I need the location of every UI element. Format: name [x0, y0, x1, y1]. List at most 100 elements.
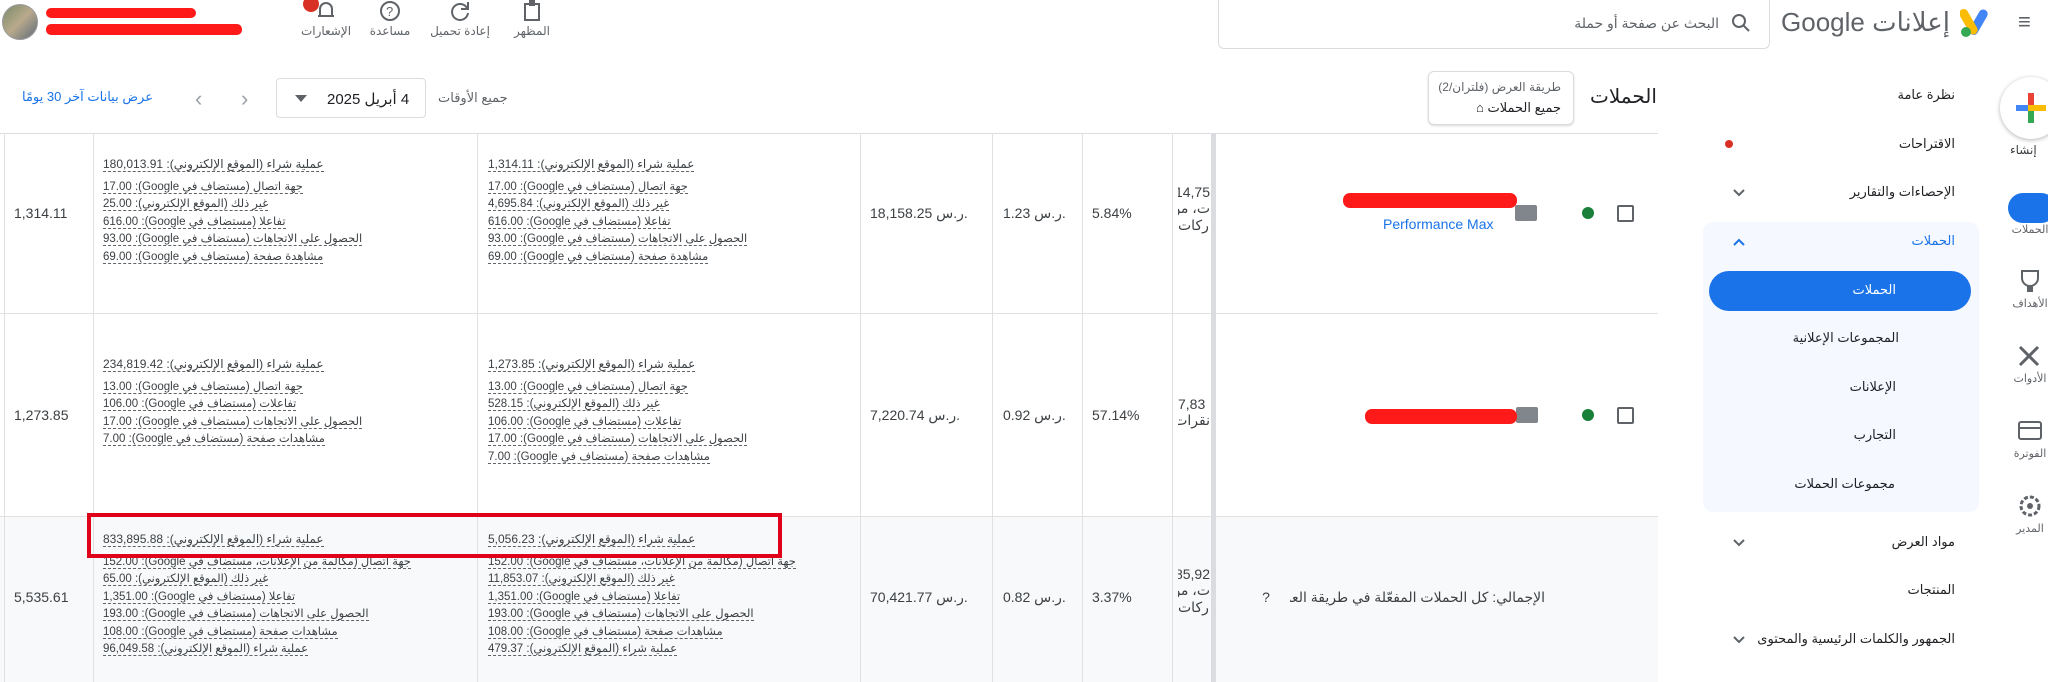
search-input[interactable]: البحث عن صفحة أو حملة: [1218, 0, 1770, 49]
date-range-picker[interactable]: 4 أبريل 2025: [276, 78, 426, 118]
suggestion-dot: [1725, 140, 1733, 148]
conversion-value-line[interactable]: غير ذلك (الموقع الإلكتروني): 25.00: [103, 198, 269, 211]
search-campaign-type-icon: [1516, 407, 1538, 423]
sub-nav-ads[interactable]: الإعلانات: [1850, 379, 1896, 395]
conversion-line[interactable]: تفاعلات (مستضاف في Google): 106.00: [488, 415, 682, 429]
conversion-value-line[interactable]: الحصول على الاتجاهات (مستضاف في Google):…: [103, 608, 369, 621]
nav-audience[interactable]: الجمهور والكلمات الرئيسية والمحتوى: [1757, 631, 1955, 647]
conversion-value-breakdown: عملية شراء (الموقع الإلكتروني): 180,013.…: [103, 156, 363, 266]
chevron-down-icon[interactable]: [1731, 185, 1747, 201]
nav-stats[interactable]: الإحصاءات والتقارير: [1850, 184, 1955, 200]
search-icon: [1732, 14, 1750, 32]
sub-nav-campaign-groups[interactable]: مجموعات الحملات: [1794, 476, 1895, 492]
conversion-value-line[interactable]: تفاعلا (مستضاف في Google): 616.00: [103, 215, 286, 229]
trophy-icon: [2021, 270, 2039, 292]
highlight-annotation-box: [87, 513, 782, 558]
view-value-text: جميع الحملات: [1487, 100, 1561, 115]
rail-label-admin: المدير: [2016, 523, 2044, 535]
conversion-line[interactable]: تفاعلا (مستضاف في Google): 1,351.00: [488, 590, 681, 604]
chevron-down-icon[interactable]: [1731, 535, 1747, 551]
conversion-line[interactable]: الحصول على الاتجاهات (مستضاف في Google):…: [488, 433, 748, 446]
conversion-line[interactable]: جهة اتصال (مستضاف في Google): 13.00: [488, 380, 688, 394]
caret-down-icon: [295, 95, 307, 102]
conversion-value-line[interactable]: الحصول على الاتجاهات (مستضاف في Google):…: [103, 233, 363, 246]
conversion-value-line[interactable]: غير ذلك (الموقع الإلكتروني): 65.00: [103, 573, 269, 586]
conversion-value-line[interactable]: مشاهدات صفحة (مستضاف في Google): 7.00: [103, 433, 325, 446]
conversion-line[interactable]: مشاهدات صفحة (مستضاف في Google): 7.00: [488, 450, 710, 464]
nav-assets[interactable]: مواد العرض: [1892, 534, 1955, 550]
refresh-button[interactable]: إعادة تحميل: [420, 0, 500, 44]
refresh-icon: [451, 2, 469, 21]
total-row-label: الإجمالي: كل الحملات المفعّلة في طريقة ا…: [1290, 589, 1545, 605]
conversion-line[interactable]: مشاهدة صفحة (مستضاف في Google): 69.00: [488, 250, 709, 264]
nav-overview[interactable]: نظرة عامة: [1897, 87, 1955, 103]
conversion-value-main[interactable]: عملية شراء (الموقع الإلكتروني): 234,819.…: [103, 357, 324, 372]
redacted-campaign-name: [1365, 409, 1517, 424]
account-switcher[interactable]: [0, 2, 260, 42]
conversion-value-line[interactable]: تفاعلا (مستضاف في Google): 1,351.00: [103, 590, 296, 604]
rail-item-billing[interactable]: الفوترة: [2000, 418, 2048, 460]
create-button[interactable]: [2000, 77, 2048, 139]
conversion-line[interactable]: غير ذلك (الموقع الإلكتروني): 528.15: [488, 398, 660, 411]
nav-suggestions[interactable]: الاقتراحات: [1899, 136, 1955, 152]
conversion-line[interactable]: الحصول على الاتجاهات (مستضاف في Google):…: [488, 608, 754, 621]
menu-icon[interactable]: ≡: [2018, 11, 2042, 33]
conversion-line[interactable]: الحصول على الاتجاهات (مستضاف في Google):…: [488, 233, 748, 246]
conversions-main[interactable]: عملية شراء (الموقع الإلكتروني): 1,314.11: [488, 157, 695, 172]
conversion-value-line[interactable]: مشاهدة صفحة (مستضاف في Google): 69.00: [103, 250, 324, 264]
notifications-button[interactable]: الإشعارات: [286, 0, 366, 44]
appearance-button[interactable]: المظهر: [492, 0, 572, 44]
sub-nav-campaigns[interactable]: الحملات: [1853, 282, 1896, 298]
view-selector[interactable]: طريقة العرض (فلتران/2) جميع الحملات ⌂: [1428, 71, 1574, 125]
chevron-down-icon[interactable]: [1731, 632, 1747, 648]
conversion-value-line[interactable]: جهة اتصال (مستضاف في Google): 17.00: [103, 180, 303, 194]
conversion-value-line[interactable]: الحصول على الاتجاهات (مستضاف في Google):…: [103, 415, 363, 429]
avg-cost-value: 0.92 ر.س.: [1003, 407, 1066, 423]
rail-label-goals: الأهداف: [2012, 298, 2048, 310]
conversion-value-line[interactable]: تفاعلات (مستضاف في Google): 106.00: [103, 398, 297, 411]
date-value: 4 أبريل 2025: [327, 91, 410, 108]
row-checkbox[interactable]: [1617, 205, 1634, 222]
sub-nav-active-pill[interactable]: [1709, 271, 1971, 311]
gear-icon: [2019, 495, 2041, 517]
conversion-value-breakdown: عملية شراء (الموقع الإلكتروني): 234,819.…: [103, 356, 363, 449]
appearance-icon: [524, 0, 540, 21]
impr-line-3: ركات: [1178, 217, 1209, 233]
row-checkbox[interactable]: [1617, 407, 1634, 424]
sub-nav-experiments[interactable]: التجارب: [1854, 427, 1896, 443]
status-enabled-dot[interactable]: [1582, 207, 1594, 219]
chevron-up-icon[interactable]: [1731, 234, 1747, 250]
conversion-line[interactable]: غير ذلك (الموقع الإلكتروني): 11,853.07: [488, 573, 675, 586]
cost-value: 18,158.25 ر.س.: [870, 205, 968, 221]
frozen-column-divider[interactable]: [1211, 133, 1216, 682]
sub-nav-ad-groups[interactable]: المجموعات الإعلانية: [1793, 330, 1899, 346]
cost-value: 70,421.77 ر.س.: [870, 589, 968, 605]
help-circle-icon[interactable]: ?: [1250, 589, 1282, 605]
campaign-type-link[interactable]: Performance Max: [1383, 216, 1493, 232]
conversion-line[interactable]: جهة اتصال (مستضاف في Google): 17.00: [488, 180, 688, 194]
rail-item-goals[interactable]: الأهداف: [2000, 268, 2048, 310]
conversions-main[interactable]: عملية شراء (الموقع الإلكتروني): 1,273.85: [488, 357, 696, 372]
impressions-partial: 85,92 ت، من ركات: [1178, 566, 1210, 616]
rail-item-campaigns[interactable]: الحملات: [2000, 193, 2048, 236]
conversion-line[interactable]: غير ذلك (الموقع الإلكتروني): 4,695.84: [488, 198, 670, 211]
conversion-line[interactable]: تفاعلا (مستضاف في Google): 616.00: [488, 215, 671, 229]
rail-item-tools[interactable]: الأدوات: [2000, 343, 2048, 385]
conversion-value-line[interactable]: جهة اتصال (مستضاف في Google): 13.00: [103, 380, 303, 394]
conversion-value-line[interactable]: مشاهدات صفحة (مستضاف في Google): 108.00: [103, 625, 338, 639]
conversion-value-line[interactable]: عملية شراء (الموقع الإلكتروني): 96,049.5…: [103, 643, 309, 656]
all-time-label: جميع الأوقات: [438, 90, 508, 105]
conversion-line[interactable]: عملية شراء (الموقع الإلكتروني): 479.37: [488, 643, 678, 656]
chevron-left-icon[interactable]: ‹: [195, 86, 202, 112]
chevron-right-icon[interactable]: ›: [241, 86, 248, 112]
impressions-partial: 14,75 ت، من ركات: [1178, 184, 1210, 234]
column-divider: [1172, 133, 1173, 682]
rail-item-admin[interactable]: المدير: [2000, 493, 2048, 535]
nav-products[interactable]: المنتجات: [1907, 582, 1955, 598]
status-enabled-dot[interactable]: [1582, 409, 1594, 421]
conversion-line[interactable]: مشاهدات صفحة (مستضاف في Google): 108.00: [488, 625, 723, 639]
appearance-label: المظهر: [514, 24, 550, 38]
show-last-30-link[interactable]: عرض بيانات آخر 30 يومًا: [22, 89, 153, 105]
nav-campaigns-group[interactable]: الحملات: [1912, 233, 1955, 249]
conversion-value-main[interactable]: عملية شراء (الموقع الإلكتروني): 180,013.…: [103, 157, 324, 172]
